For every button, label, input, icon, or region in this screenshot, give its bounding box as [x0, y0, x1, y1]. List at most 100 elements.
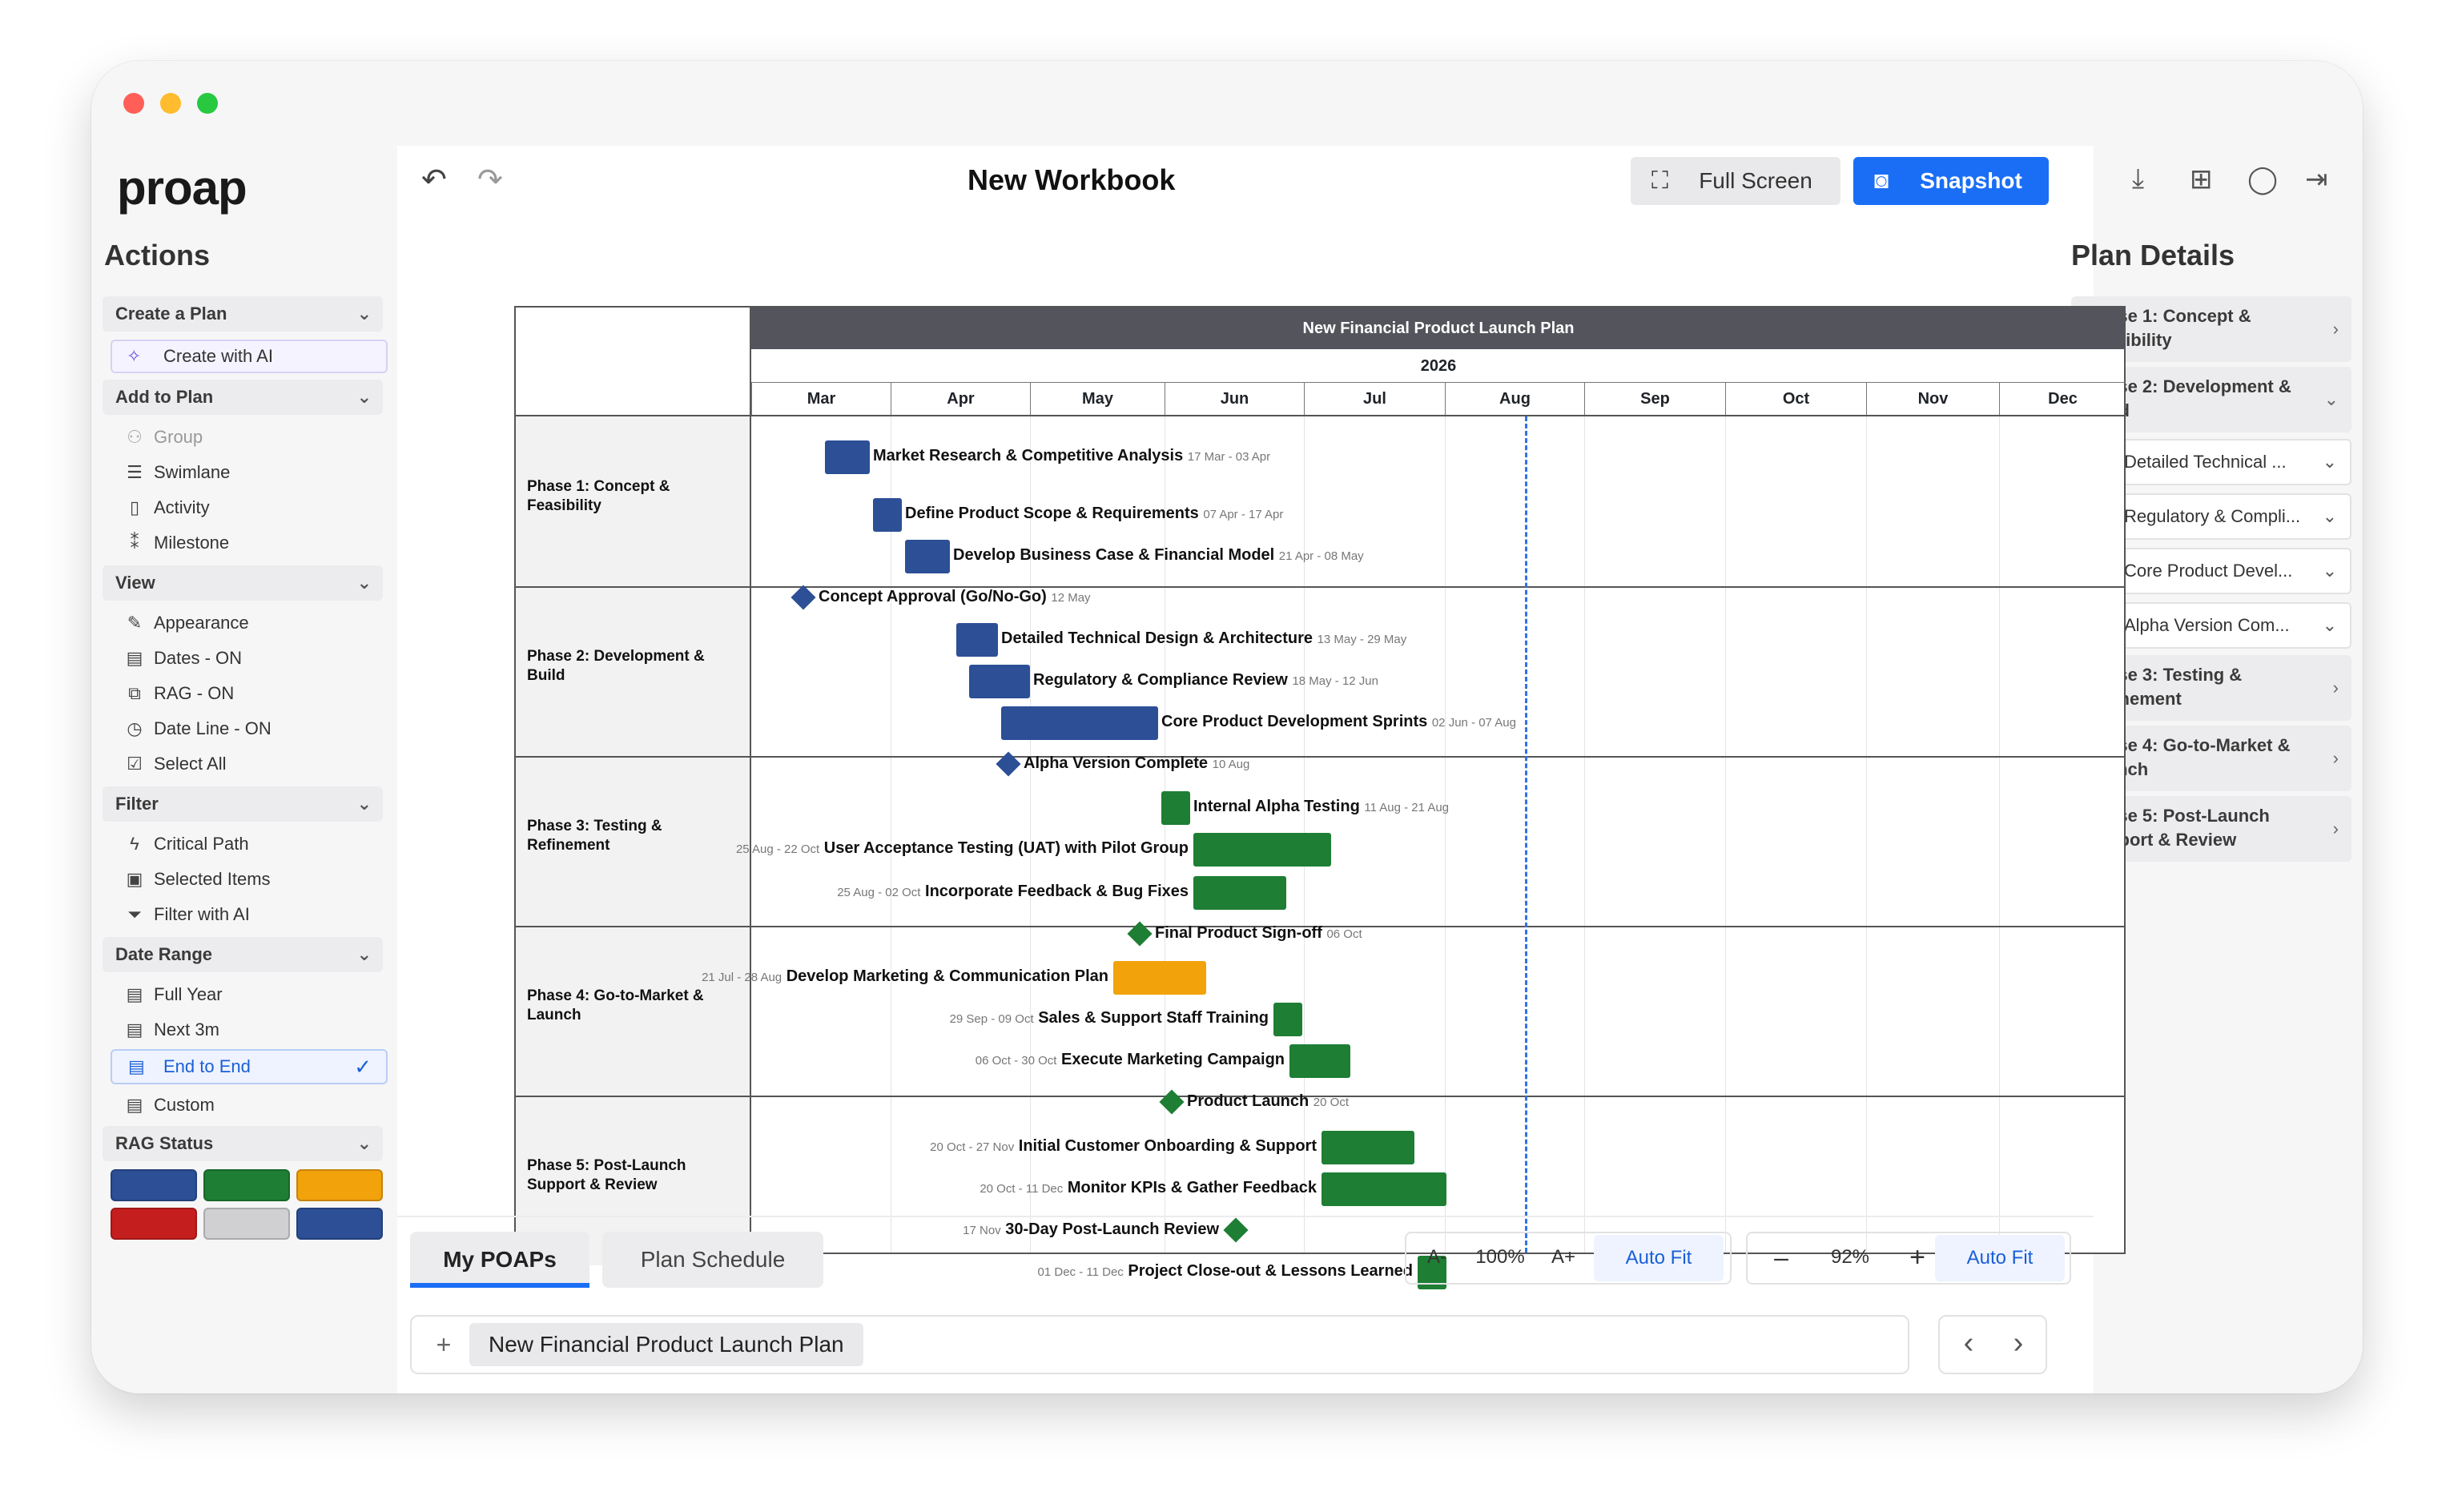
sidebar-item-dates[interactable]: ▤ Dates - ON	[120, 644, 242, 673]
undo-icon[interactable]: ↶	[421, 162, 447, 198]
clipboard-icon: ▯	[129, 497, 140, 517]
header-divider	[516, 415, 2126, 416]
task-bar	[1322, 1172, 1446, 1206]
plan-chip[interactable]: New Financial Product Launch Plan	[469, 1323, 863, 1366]
sidebar-item-full-year[interactable]: ▤ Full Year	[120, 980, 223, 1009]
rag-swatch[interactable]	[203, 1169, 290, 1201]
sidebar-item-select-all[interactable]: ☑ Select All	[120, 750, 226, 778]
logout-icon[interactable]: ⇥	[2305, 163, 2328, 195]
funnel-icon: ⏷	[127, 904, 142, 924]
sparkle-icon: ✧	[127, 346, 142, 366]
zoom-in-button[interactable]: +	[1893, 1233, 1941, 1281]
item-label: Date Line - ON	[154, 718, 272, 738]
chevron-down-icon: ⌄	[2323, 389, 2339, 409]
chevron-down-icon: ⌄	[356, 794, 372, 814]
sidebar-item-selected-items[interactable]: ▣ Selected Items	[120, 865, 271, 894]
task-label: Market Research & Competitive Analysis	[873, 447, 1184, 464]
rag-swatch[interactable]	[203, 1208, 290, 1240]
task-label-group: 29 Sep - 09 Oct Sales & Support Staff Tr…	[950, 1009, 1269, 1027]
workbook-title: New Workbook	[968, 163, 1176, 196]
task-bar	[1001, 706, 1158, 740]
task-dates: 20 Oct	[1313, 1096, 1349, 1109]
next-plan-button[interactable]: ›	[1996, 1321, 2041, 1368]
sidebar-item-group[interactable]: ⚇ Group	[120, 423, 203, 452]
auto-fit-font-button[interactable]: Auto Fit	[1594, 1235, 1724, 1281]
phase-column-divider	[750, 308, 751, 1253]
task-label: User Acceptance Testing (UAT) with Pilot…	[823, 839, 1189, 857]
sidebar-item-appearance[interactable]: ✎ Appearance	[120, 609, 249, 637]
sidebar-item-filter-ai[interactable]: ⏷ Filter with AI	[120, 900, 250, 929]
redo-icon[interactable]: ↷	[477, 162, 503, 198]
chevron-down-icon: ⌄	[356, 387, 372, 407]
task-label-group: 25 Aug - 02 Oct Incorporate Feedback & B…	[837, 883, 1189, 901]
month-header: Apr	[891, 383, 1030, 415]
task-dates: 20 Oct - 27 Nov	[930, 1140, 1015, 1154]
create-plan-section[interactable]: Create a Plan ⌄	[103, 296, 383, 332]
filter-section[interactable]: Filter ⌄	[103, 786, 383, 822]
sidebar-item-custom[interactable]: ▤ Custom	[120, 1091, 215, 1120]
sidebar-item-end-to-end[interactable]: ▤ End to End ✓	[111, 1049, 388, 1084]
date-range-section[interactable]: Date Range ⌄	[103, 937, 383, 972]
sub-label: Regulatory & Compli...	[2124, 506, 2301, 526]
rag-swatch[interactable]	[111, 1169, 197, 1201]
auto-fit-zoom-button[interactable]: Auto Fit	[1935, 1235, 2065, 1281]
camera-icon: ◙	[1874, 167, 1889, 194]
task-label-group: Define Product Scope & Requirements 07 A…	[905, 505, 1283, 523]
phase-divider	[516, 586, 2126, 588]
tab-plan-schedule[interactable]: Plan Schedule	[602, 1232, 823, 1288]
task-bar	[956, 623, 998, 657]
chevron-down-icon: ⌄	[356, 944, 372, 964]
sidebar-item-milestone[interactable]: ⁑ Milestone	[120, 529, 230, 557]
item-label: Next 3m	[154, 1019, 219, 1040]
sidebar-item-swimlane[interactable]: ☰ Swimlane	[120, 458, 230, 487]
rag-swatch[interactable]	[296, 1169, 383, 1201]
phase-label: Phase 4: Go-to-Market & Launch	[527, 987, 704, 1023]
month-header: Aug	[1445, 383, 1584, 415]
add-plan-button[interactable]: +	[428, 1325, 460, 1365]
minimize-window-button[interactable]	[160, 93, 181, 114]
sidebar-item-rag[interactable]: ⧉ RAG - ON	[120, 679, 234, 708]
task-dates: 29 Sep - 09 Oct	[949, 1012, 1034, 1026]
calendar-icon: ▤	[128, 1056, 145, 1076]
create-with-ai-button[interactable]: ✧ Create with AI	[111, 340, 388, 373]
sidebar-item-activity[interactable]: ▯ Activity	[120, 493, 210, 522]
zoom-out-button[interactable]: –	[1757, 1233, 1805, 1281]
task-label: Alpha Version Complete	[1024, 754, 1209, 772]
task-dates: 20 Oct - 11 Dec	[980, 1182, 1064, 1196]
phase-divider	[516, 756, 2126, 758]
plan-details-title: Plan Details	[2071, 239, 2235, 271]
sidebar-item-next-3m[interactable]: ▤ Next 3m	[120, 1015, 219, 1044]
task-dates: 06 Oct	[1326, 927, 1362, 941]
task-bar	[1273, 1003, 1302, 1036]
full-screen-button[interactable]: ⛶ Full Screen	[1631, 157, 1840, 205]
rag-status-section[interactable]: RAG Status ⌄	[103, 1126, 383, 1161]
task-label-group: 25 Aug - 22 Oct User Acceptance Testing …	[736, 839, 1189, 858]
download-icon[interactable]: ⤓	[2132, 163, 2144, 195]
item-label: Milestone	[154, 533, 230, 553]
font-increase-button[interactable]: A+	[1539, 1233, 1587, 1281]
add-to-plan-section[interactable]: Add to Plan ⌄	[103, 380, 383, 415]
task-label: Detailed Technical Design & Architecture	[1001, 629, 1313, 647]
user-icon[interactable]: ◯	[2247, 163, 2278, 195]
grid-icon[interactable]: ⊞	[2190, 163, 2213, 195]
font-decrease-button[interactable]: A-	[1413, 1233, 1461, 1281]
tab-my-poaps[interactable]: My POAPs	[410, 1232, 589, 1288]
gantt-year: 2026	[751, 349, 2126, 383]
close-window-button[interactable]	[123, 93, 144, 114]
view-section[interactable]: View ⌄	[103, 565, 383, 601]
task-bar	[1193, 876, 1286, 910]
sub-label: Alpha Version Com...	[2124, 615, 2290, 635]
task-dates: 17 Mar - 03 Apr	[1187, 450, 1271, 464]
task-dates: 10 Aug	[1212, 758, 1250, 771]
task-label: Develop Marketing & Communication Plan	[786, 967, 1108, 985]
sidebar-item-critical-path[interactable]: ϟ Critical Path	[120, 830, 248, 859]
sidebar-item-date-line[interactable]: ◷ Date Line - ON	[120, 714, 272, 743]
rag-swatch[interactable]	[296, 1208, 383, 1240]
calendar-icon: ▤	[126, 1095, 143, 1115]
month-header: Jun	[1165, 383, 1304, 415]
maximize-window-button[interactable]	[197, 93, 218, 114]
grid-line	[1999, 416, 2000, 1253]
previous-plan-button[interactable]: ‹	[1946, 1321, 1991, 1368]
rag-swatch[interactable]	[111, 1208, 197, 1240]
snapshot-button[interactable]: ◙ Snapshot	[1853, 157, 2049, 205]
